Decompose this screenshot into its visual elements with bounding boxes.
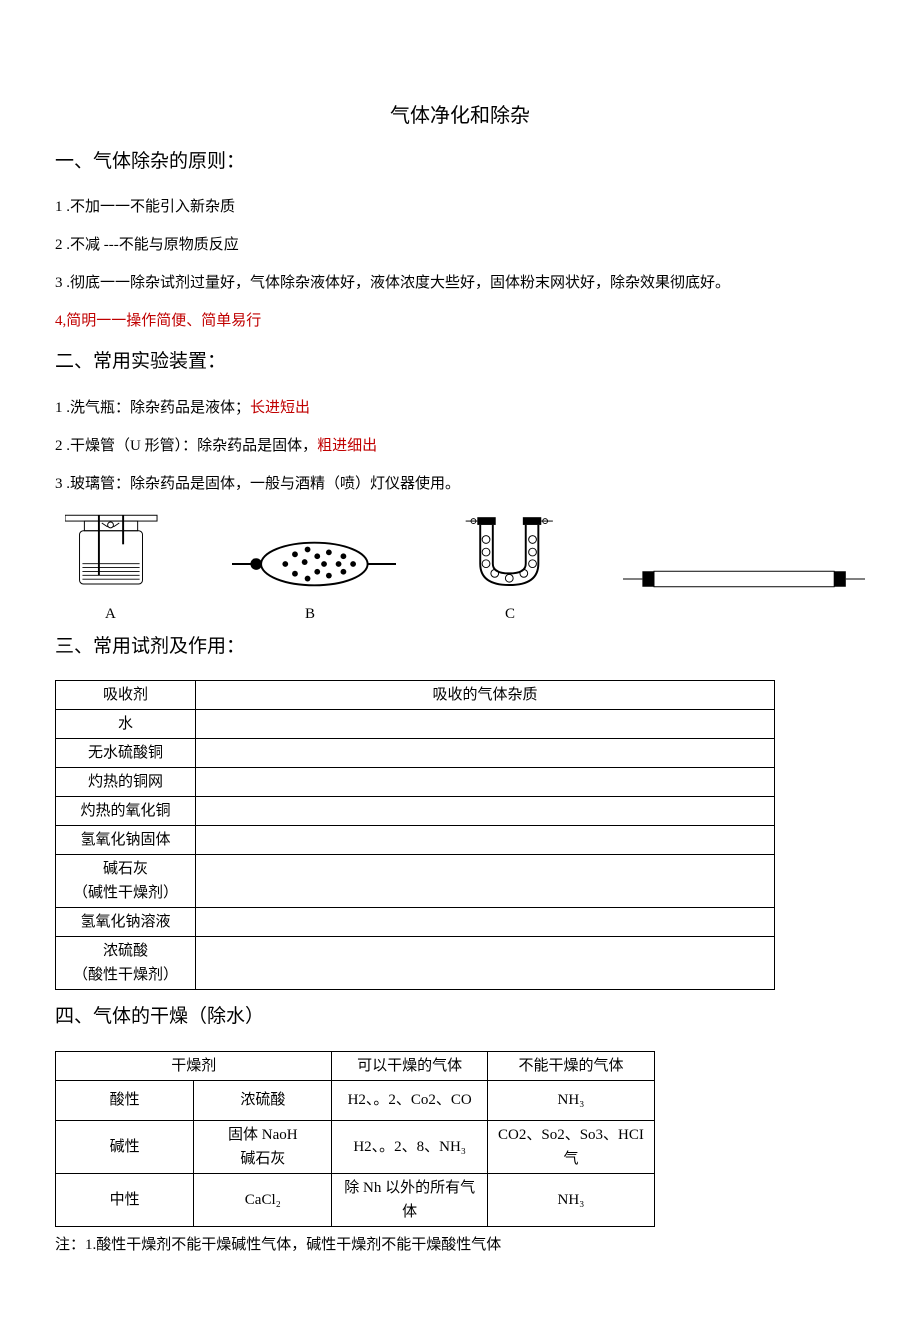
- cell: 灼热的氧化铜: [56, 797, 196, 826]
- table-row: 无水硫酸铜: [56, 739, 775, 768]
- cell: [196, 908, 775, 937]
- section-1-item-3: 3 .彻底一一除杂试剂过量好，气体除杂液体好，液体浓度大些好，固体粉末网状好，除…: [55, 271, 865, 295]
- reagent-table: 吸收剂 吸收的气体杂质 水 无水硫酸铜 灼热的铜网 灼热的氧化铜 氢氧化钠固体 …: [55, 680, 775, 990]
- section-2-item-2: 2 .干燥管（U 形管）：除杂药品是固体，粗进细出: [55, 434, 865, 458]
- table-row: 酸性 浓硫酸 H2、。2、Co2、CO NH₃: [56, 1080, 655, 1120]
- header-absorbent: 吸收剂: [56, 681, 196, 710]
- glass-tube-icon: [623, 564, 865, 594]
- table-row: 氢氧化钠固体: [56, 826, 775, 855]
- cell: [196, 739, 775, 768]
- drying-table: 干燥剂 可以干燥的气体 不能干燥的气体 酸性 浓硫酸 H2、。2、Co2、CO …: [55, 1051, 655, 1227]
- cell: CaCl₂: [194, 1173, 332, 1226]
- header-cannot-dry: 不能干燥的气体: [487, 1051, 654, 1080]
- page-title: 气体净化和除杂: [55, 100, 865, 132]
- table-row: 浓硫酸 （酸性干燥剂）: [56, 937, 775, 990]
- cell: 氢氧化钠固体: [56, 826, 196, 855]
- table-row: 中性 CaCl₂ 除 Nh 以外的所有气体 NH₃: [56, 1173, 655, 1226]
- section-2-item-3: 3 .玻璃管：除杂药品是固体，一般与酒精（喷）灯仪器使用。: [55, 472, 865, 496]
- header-dryer: 干燥剂: [56, 1051, 332, 1080]
- section-1-item-1: 1 .不加一一不能引入新杂质: [55, 195, 865, 219]
- diagram-label-b: B: [305, 602, 445, 626]
- cell: NH₃: [487, 1080, 654, 1120]
- section-2-item-2-text: 2 .干燥管（U 形管）：除杂药品是固体，: [55, 438, 317, 454]
- table-row: 水: [56, 710, 775, 739]
- cell: 浓硫酸 （酸性干燥剂）: [56, 937, 196, 990]
- cell: [196, 855, 775, 908]
- u-tube-icon: [456, 514, 563, 594]
- wash-bottle-icon: [65, 514, 172, 594]
- cell: NH₃: [487, 1173, 654, 1226]
- header-can-dry: 可以干燥的气体: [332, 1051, 488, 1080]
- section-2-item-1-text: 1 .洗气瓶：除杂药品是液体；: [55, 400, 250, 416]
- table-row: 灼热的铜网: [56, 768, 775, 797]
- diagram-row: [55, 504, 865, 594]
- table-row: 碱性 固体 NaoH 碱石灰 H2、。2、8、NH₃ CO2、So2、So3、H…: [56, 1120, 655, 1173]
- cell: 氢氧化钠溶液: [56, 908, 196, 937]
- cell: [196, 710, 775, 739]
- cell: H2、。2、8、NH₃: [332, 1120, 488, 1173]
- cell: CO2、So2、So3、HCI 气: [487, 1120, 654, 1173]
- cell: 除 Nh 以外的所有气体: [332, 1173, 488, 1226]
- cell: 碱性: [56, 1120, 194, 1173]
- cell: 灼热的铜网: [56, 768, 196, 797]
- section-2-item-1-highlight: 长进短出: [250, 400, 310, 416]
- table-row: 碱石灰 （碱性干燥剂）: [56, 855, 775, 908]
- cell: [196, 937, 775, 990]
- diagram-labels: A B C: [55, 602, 865, 626]
- section-2-heading: 二、常用实验装置：: [55, 347, 865, 377]
- cell: 水: [56, 710, 196, 739]
- cell: H2、。2、Co2、CO: [332, 1080, 488, 1120]
- diagram-label-c: C: [505, 602, 645, 626]
- table-row: 氢氧化钠溶液: [56, 908, 775, 937]
- cell: [196, 826, 775, 855]
- section-2-item-2-highlight: 粗进细出: [317, 438, 377, 454]
- section-1-heading: 一、气体除杂的原则：: [55, 147, 865, 177]
- cell: 中性: [56, 1173, 194, 1226]
- section-1-item-4: 4,简明一一操作简便、简单易行: [55, 309, 865, 333]
- table-header-row: 吸收剂 吸收的气体杂质: [56, 681, 775, 710]
- cell: 酸性: [56, 1080, 194, 1120]
- section-4-note: 注：1.酸性干燥剂不能干燥碱性气体，碱性干燥剂不能干燥酸性气体: [55, 1233, 865, 1257]
- cell: 固体 NaoH 碱石灰: [194, 1120, 332, 1173]
- table-row: 灼热的氧化铜: [56, 797, 775, 826]
- cell: [196, 797, 775, 826]
- diagram-label-a: A: [105, 602, 245, 626]
- cell: [196, 768, 775, 797]
- section-3-heading: 三、常用试剂及作用：: [55, 632, 865, 662]
- section-1-item-2: 2 .不减 ---不能与原物质反应: [55, 233, 865, 257]
- drying-tube-icon: [232, 534, 397, 594]
- section-2-item-1: 1 .洗气瓶：除杂药品是液体；长进短出: [55, 396, 865, 420]
- cell: 无水硫酸铜: [56, 739, 196, 768]
- cell: 碱石灰 （碱性干燥剂）: [56, 855, 196, 908]
- cell: 浓硫酸: [194, 1080, 332, 1120]
- header-gas: 吸收的气体杂质: [196, 681, 775, 710]
- table-header-row: 干燥剂 可以干燥的气体 不能干燥的气体: [56, 1051, 655, 1080]
- section-4-heading: 四、气体的干燥（除水）: [55, 1002, 865, 1032]
